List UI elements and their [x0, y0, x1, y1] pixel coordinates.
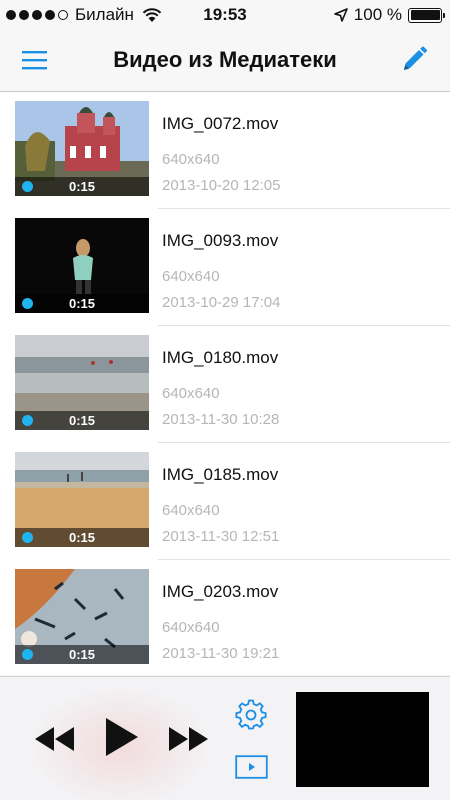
play-icon: [106, 718, 138, 756]
video-resolution: 640x640: [162, 385, 220, 402]
location-arrow-icon: [333, 8, 348, 22]
video-preview[interactable]: [296, 692, 429, 787]
video-resolution: 640x640: [162, 502, 220, 519]
status-bar: Билайн 19:53 100 %: [0, 0, 450, 30]
video-resolution: 640x640: [162, 268, 220, 285]
play-button[interactable]: [104, 717, 140, 762]
battery-level: [410, 10, 440, 20]
video-duration: 0:15: [68, 296, 96, 311]
video-thumbnail: 0:15: [15, 335, 149, 430]
video-duration: 0:15: [68, 179, 96, 194]
video-filename: IMG_0093.mov: [162, 231, 279, 250]
video-thumbnail: 0:15: [15, 101, 149, 196]
video-duration: 0:15: [68, 647, 96, 662]
rewind-icon: [35, 727, 74, 751]
player-panel: [0, 676, 450, 800]
video-thumbnail: 0:15: [15, 218, 149, 313]
navigation-bar: Видео из Медиатеки: [0, 30, 450, 92]
video-date: 2013-11-30 10:28: [162, 411, 280, 428]
settings-button[interactable]: [235, 699, 267, 736]
video-resolution: 640x640: [162, 619, 220, 636]
fast-forward-button[interactable]: [168, 726, 210, 757]
video-date: 2013-11-30 19:21: [162, 645, 280, 662]
video-row[interactable]: 0:15 IMG_0180.mov 640x640 2013-11-30 10:…: [0, 326, 450, 443]
status-right: 100 %: [333, 5, 445, 25]
video-filename: IMG_0180.mov: [162, 348, 279, 367]
video-row[interactable]: 0:15 IMG_0093.mov 640x640 2013-10-29 17:…: [0, 209, 450, 326]
video-filename: IMG_0203.mov: [162, 582, 279, 601]
video-row[interactable]: 0:15 IMG_0185.mov 640x640 2013-11-30 12:…: [0, 443, 450, 560]
video-row[interactable]: 0:15 IMG_0072.mov 640x640 2013-10-20 12:…: [0, 92, 450, 209]
video-duration: 0:15: [68, 530, 96, 545]
video-date: 2013-11-30 12:51: [162, 528, 280, 545]
rewind-button[interactable]: [34, 726, 76, 757]
video-thumbnail: 0:15: [15, 569, 149, 664]
video-resolution: 640x640: [162, 151, 220, 168]
battery-percent: 100 %: [353, 5, 402, 24]
video-thumbnail: 0:15: [15, 452, 149, 547]
gear-icon: [235, 699, 267, 730]
battery-icon: [408, 7, 445, 23]
video-date: 2013-10-29 17:04: [162, 294, 281, 311]
screen-play-icon: [235, 755, 268, 779]
video-duration: 0:15: [68, 413, 96, 428]
pencil-icon: [404, 46, 427, 70]
page-title: Видео из Медиатеки: [113, 47, 337, 72]
edit-button[interactable]: [396, 43, 430, 77]
video-list[interactable]: 0:15 IMG_0072.mov 640x640 2013-10-20 12:…: [0, 92, 450, 675]
video-row[interactable]: 0:15 IMG_0203.mov 640x640 2013-11-30 19:…: [0, 560, 450, 675]
screen-play-button[interactable]: [235, 755, 268, 784]
video-date: 2013-10-20 12:05: [162, 177, 281, 194]
fast-forward-icon: [169, 727, 208, 751]
video-filename: IMG_0072.mov: [162, 114, 279, 133]
video-filename: IMG_0185.mov: [162, 465, 279, 484]
